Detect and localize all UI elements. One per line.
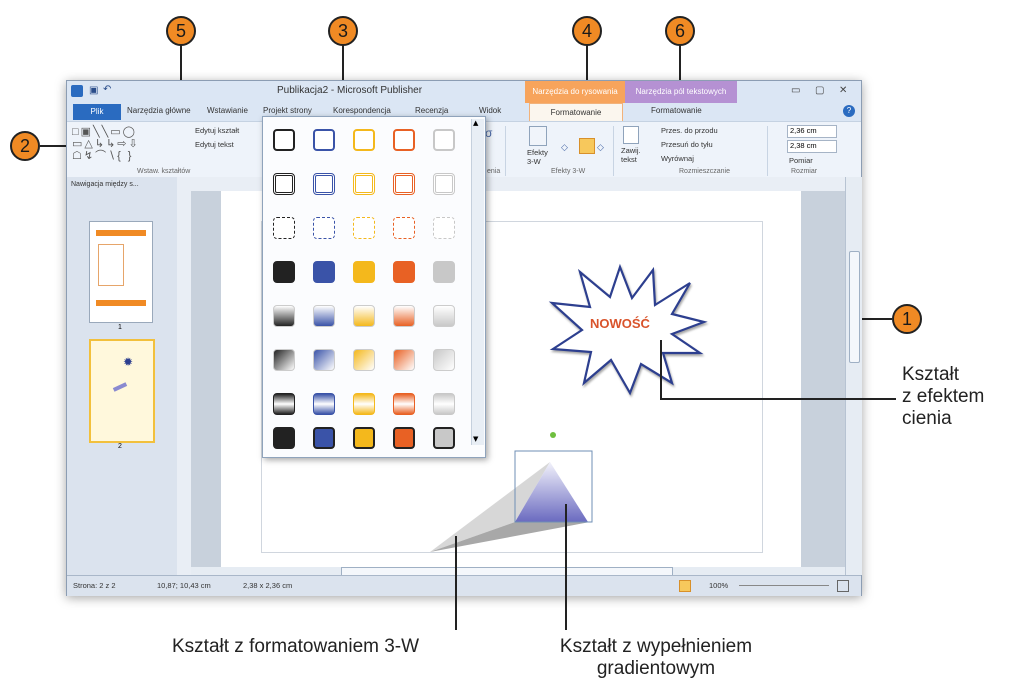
style-swatch[interactable]	[393, 393, 415, 415]
caption-gradient-line-1: Kształt z wypełnieniem	[559, 636, 753, 657]
caption-gradient-line	[565, 504, 567, 630]
style-swatch[interactable]	[273, 393, 295, 415]
caption-shadow-line-1: Kształt	[902, 364, 960, 385]
callout-1: 1	[892, 304, 922, 334]
style-swatch[interactable]	[433, 393, 455, 415]
caption-shadow-hline	[660, 398, 896, 400]
caption-shadow-line	[660, 340, 662, 400]
style-swatch[interactable]	[273, 129, 295, 151]
style-swatch[interactable]	[313, 427, 335, 449]
style-swatch[interactable]	[313, 305, 335, 327]
caption-gradient: Kształt z wypełnieniem gradientowym	[536, 636, 776, 680]
style-swatch[interactable]	[393, 427, 415, 449]
style-swatch[interactable]	[313, 393, 335, 415]
style-swatch[interactable]	[393, 261, 415, 283]
style-swatch[interactable]	[273, 427, 295, 449]
style-swatch[interactable]	[313, 173, 335, 195]
gallery-scrollbar[interactable]: ▲ ▼	[471, 119, 484, 445]
callout-5: 5	[166, 16, 196, 46]
style-swatch[interactable]	[393, 217, 415, 239]
style-swatch[interactable]	[393, 129, 415, 151]
style-swatch[interactable]	[353, 173, 375, 195]
style-swatch[interactable]	[393, 349, 415, 371]
callout-2: 2	[10, 131, 40, 161]
style-swatch[interactable]	[353, 217, 375, 239]
shape-styles-gallery[interactable]: ▲ ▼	[262, 116, 486, 458]
style-swatch[interactable]	[353, 393, 375, 415]
style-swatch[interactable]	[433, 305, 455, 327]
style-swatch[interactable]	[433, 173, 455, 195]
style-swatch[interactable]	[273, 173, 295, 195]
style-swatch[interactable]	[433, 349, 455, 371]
style-swatch[interactable]	[433, 217, 455, 239]
rotate-handle	[550, 432, 556, 438]
callout-4: 4	[572, 16, 602, 46]
style-swatch[interactable]	[433, 129, 455, 151]
style-swatch[interactable]	[353, 349, 375, 371]
style-swatch[interactable]	[313, 349, 335, 371]
style-swatch[interactable]	[353, 129, 375, 151]
callout-6: 6	[665, 16, 695, 46]
page-shapes	[430, 263, 708, 552]
style-swatch[interactable]	[393, 173, 415, 195]
caption-shadow-line-2: z efektem	[902, 386, 985, 407]
gallery-scroll-down-icon[interactable]: ▼	[473, 435, 478, 443]
style-swatch[interactable]	[353, 305, 375, 327]
style-swatch[interactable]	[273, 217, 295, 239]
caption-shadow: Kształt z efektem cienia	[902, 364, 984, 430]
callout-3: 3	[328, 16, 358, 46]
style-swatch[interactable]	[353, 261, 375, 283]
style-swatch[interactable]	[313, 129, 335, 151]
style-swatch[interactable]	[273, 261, 295, 283]
style-swatch[interactable]	[353, 427, 375, 449]
style-swatch[interactable]	[313, 217, 335, 239]
caption-gradient-line-2: gradientowym	[596, 658, 716, 679]
caption-shadow-line-3: cienia	[902, 408, 952, 429]
caption-3d-line	[455, 536, 457, 630]
gallery-scroll-up-icon[interactable]: ▲	[473, 119, 478, 127]
style-swatch[interactable]	[273, 305, 295, 327]
style-swatch[interactable]	[313, 261, 335, 283]
caption-3d: Kształt z formatowaniem 3-W	[172, 636, 420, 657]
star-text[interactable]: NOWOŚĆ	[590, 316, 650, 331]
style-swatch[interactable]	[273, 349, 295, 371]
style-swatch[interactable]	[433, 261, 455, 283]
style-swatch[interactable]	[433, 427, 455, 449]
style-swatch[interactable]	[393, 305, 415, 327]
